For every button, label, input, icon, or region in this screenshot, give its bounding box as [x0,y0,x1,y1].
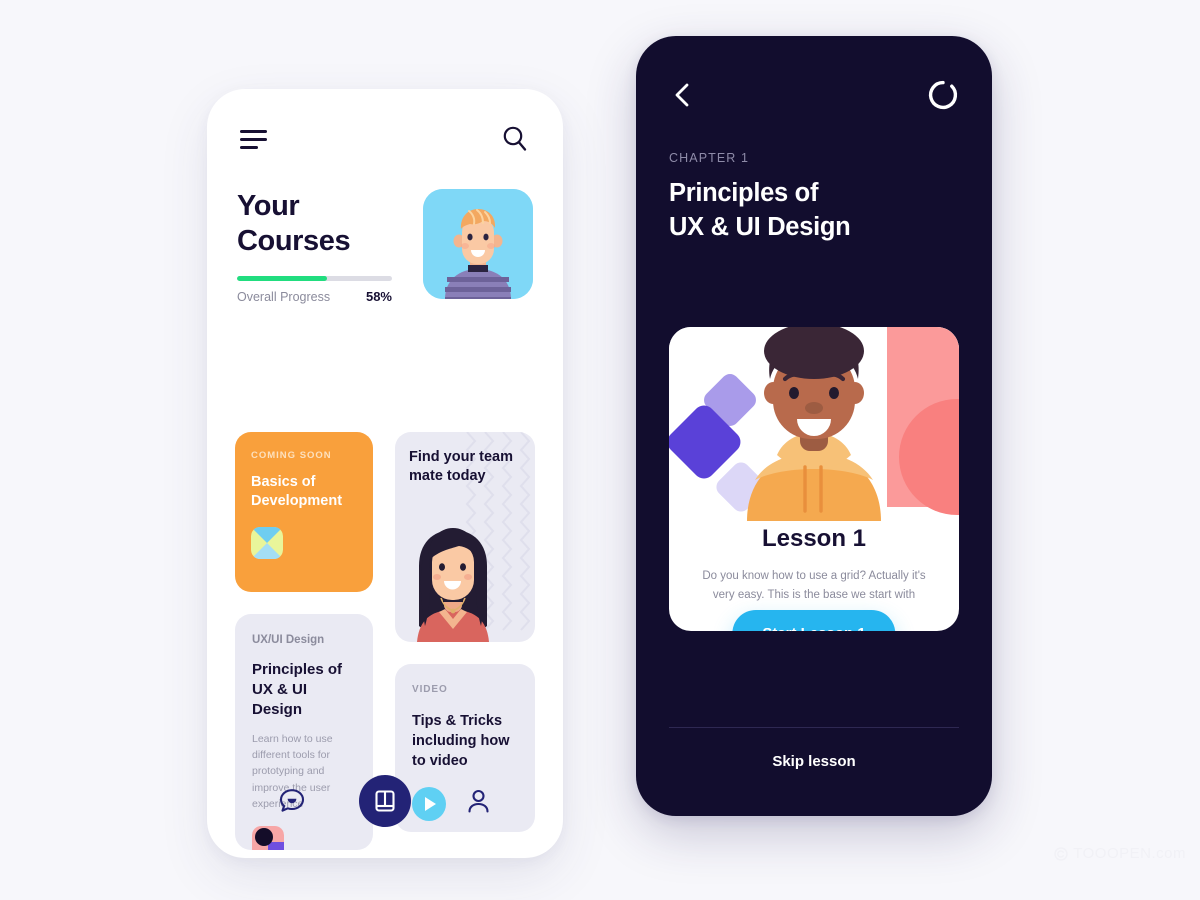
avatar[interactable] [423,189,533,299]
watermark-text: TOOOPEN.com [1073,845,1186,862]
bottom-navigation [207,762,563,858]
progress-value: 58% [365,288,392,304]
dark-phone-screen: CHAPTER 1 Principles of UX & UI Design L… [636,36,992,816]
x-logo-icon [251,527,283,560]
hamburger-line [240,145,258,149]
card-title: Principles of UX & UI Design [252,661,343,718]
watermark: TOOOPEN.com [1054,845,1186,862]
page-title: Your Courses [237,190,351,258]
profile-icon [468,789,489,813]
chapter-label: CHAPTER 1 [669,151,750,165]
search-icon[interactable] [500,124,530,154]
card-title: Basics of Development [251,474,343,510]
progress-meta: Overall Progress 58% [237,289,392,304]
hamburger-icon[interactable] [240,129,267,149]
card-eyebrow: UX/UI Design [252,634,325,646]
card-eyebrow: VIDEO [412,684,448,695]
courses-header: Your Courses Overall Progress 58% [207,189,563,304]
man-hoodie-illustration [669,327,959,521]
woman-illustration [417,528,490,642]
nav-item-profile[interactable] [465,788,492,815]
chat-icon [279,789,304,812]
card-find-teammate[interactable]: Find your team mate today [395,432,535,642]
copyright-icon [1054,846,1068,861]
card-coming-soon[interactable]: COMING SOON Basics of Development [235,432,374,592]
user-avatar-illustration [423,189,533,299]
lesson-illustration-area [669,327,959,521]
lesson-title: Lesson 1 [761,525,867,552]
progress-track [237,275,392,281]
start-lesson-button[interactable]: Start Lesson 1 [732,609,896,631]
overall-progress: Overall Progress 58% [237,275,392,304]
chapter-title: Principles of UX & UI Design [669,179,851,241]
skip-lesson-button[interactable]: Skip lesson [636,753,992,770]
lesson-description: Do you know how to use a grid? Actually … [702,570,926,601]
light-phone-screen: Your Courses Overall Progress 58% COMING… [207,89,563,858]
progress-label: Overall Progress [237,289,331,304]
hamburger-line [240,129,267,133]
card-eyebrow: COMING SOON [251,450,332,461]
chevron-left-icon[interactable] [669,80,695,110]
refresh-ring-icon[interactable] [927,79,959,111]
nav-item-chat[interactable] [278,787,306,815]
hamburger-line [240,137,267,141]
header-text-block: Your Courses Overall Progress 58% [229,189,392,304]
lesson-card: Lesson 1 Do you know how to use a grid? … [669,327,959,631]
dark-top-bar [636,36,992,154]
light-top-bar [207,89,563,189]
divider [669,727,959,728]
progress-fill [237,275,327,281]
chapter-header: CHAPTER 1 Principles of UX & UI Design [669,151,851,244]
book-icon [375,790,396,812]
card-title: Find your team mate today [409,449,513,485]
nav-item-courses[interactable] [359,775,412,827]
